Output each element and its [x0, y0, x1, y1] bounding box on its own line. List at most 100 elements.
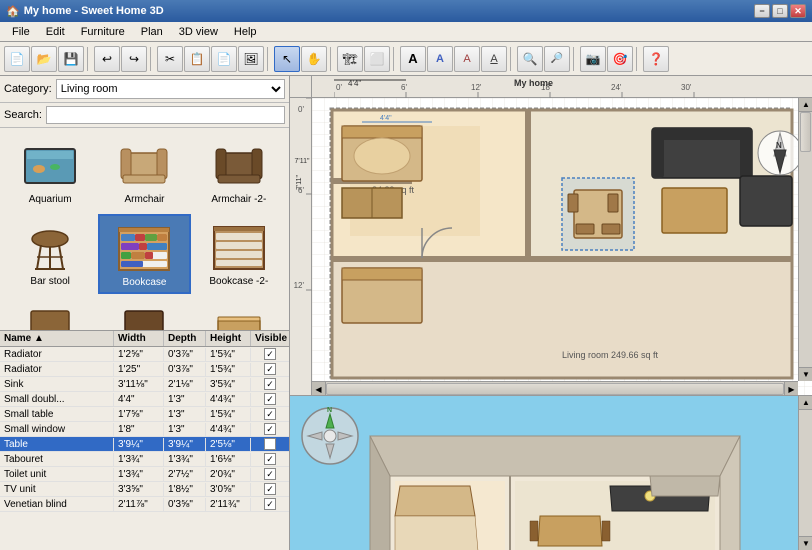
menu-3dview[interactable]: 3D view [171, 24, 226, 40]
minimize-button[interactable]: − [754, 4, 770, 18]
view-3d[interactable]: N ▲ ▼ [290, 396, 812, 550]
furniture-list: Name ▲ Width Depth Height Visible Radiat… [0, 330, 289, 550]
menu-edit[interactable]: Edit [38, 24, 73, 40]
td-height: 1'5¾" [206, 408, 251, 421]
furniture-item-armchair[interactable]: Armchair [98, 132, 190, 212]
floor-plan[interactable]: 0' 6' 12' 18' 24' 30' 4'4" My h [290, 76, 812, 396]
furniture-item-coffee-table[interactable]: Coffee table [193, 296, 285, 330]
td-name: Sink [0, 378, 114, 391]
table-row[interactable]: Table 3'9¼" 3'9¼" 2'5⅛" ✓ [0, 437, 289, 452]
hscroll-left[interactable]: ◀ [312, 382, 326, 396]
table-row[interactable]: Toilet unit 1'3¾" 2'7½" 2'0¾" ✓ [0, 467, 289, 482]
td-visible: ✓ [251, 362, 289, 376]
table-row[interactable]: Small doubl... 4'4" 1'3" 4'4¾" ✓ [0, 392, 289, 407]
visible-checkbox[interactable]: ✓ [264, 393, 276, 405]
vscroll-3d-down[interactable]: ▼ [799, 536, 812, 550]
furniture-item-bookcase2[interactable]: Bookcase -2- [193, 214, 285, 294]
vscroll-3d[interactable]: ▲ ▼ [798, 396, 812, 550]
td-height: 2'11¾" [206, 498, 251, 511]
vscroll-floor[interactable]: ▲ ▼ [798, 98, 812, 381]
camera-button[interactable]: 📷 [580, 46, 606, 72]
select-button[interactable]: ↖ [274, 46, 300, 72]
visible-checkbox[interactable]: ✓ [264, 483, 276, 495]
menu-file[interactable]: File [4, 24, 38, 40]
furniture-item-bookcase[interactable]: Bookcase [98, 214, 190, 294]
td-visible: ✓ [251, 407, 289, 421]
text-button[interactable]: A [400, 46, 426, 72]
maximize-button[interactable]: □ [772, 4, 788, 18]
visible-checkbox[interactable]: ✓ [264, 408, 276, 420]
svg-text:Living room 249.66 sq ft: Living room 249.66 sq ft [562, 350, 659, 360]
furniture-item-chair2[interactable]: Chair -2- [98, 296, 190, 330]
table-row[interactable]: Radiator 1'2⅝" 0'3⅞" 1'5¾" ✓ [0, 347, 289, 362]
barstool-label: Bar stool [30, 276, 69, 287]
zoom-in-button[interactable]: 🔍 [517, 46, 543, 72]
table-row[interactable]: Radiator 1'25" 0'3⅞" 1'5¾" ✓ [0, 362, 289, 377]
col-name[interactable]: Name ▲ [0, 331, 114, 346]
hscroll-right[interactable]: ▶ [784, 382, 798, 396]
visible-checkbox[interactable]: ✓ [264, 468, 276, 480]
vscroll-down[interactable]: ▼ [799, 367, 812, 381]
table-row[interactable]: Small table 1'7⅝" 1'3" 1'5¾" ✓ [0, 407, 289, 422]
close-button[interactable]: ✕ [790, 4, 806, 18]
furniture-item-barstool[interactable]: Bar stool [4, 214, 96, 294]
col-width[interactable]: Width [114, 331, 164, 346]
left-panel: Category: Living room Bedroom Kitchen Ba… [0, 76, 290, 550]
td-name: TV unit [0, 483, 114, 496]
furniture-item-aquarium[interactable]: Aquarium [4, 132, 96, 212]
menu-plan[interactable]: Plan [133, 24, 171, 40]
col-visible[interactable]: Visible [251, 331, 289, 346]
menu-help[interactable]: Help [226, 24, 265, 40]
paste-button[interactable]: 📄 [211, 46, 237, 72]
save-button[interactable]: 💾 [58, 46, 84, 72]
td-depth: 0'3⅞" [164, 348, 206, 361]
copy-button[interactable]: 📋 [184, 46, 210, 72]
floor-plan-area[interactable]: 84.89 sq ft Living room 249.66 sq ft Bed… [312, 98, 812, 395]
import-button[interactable]: 🖼 [238, 46, 264, 72]
col-height[interactable]: Height [206, 331, 251, 346]
table-row[interactable]: TV unit 3'3⅝" 1'8½" 3'0⅝" ✓ [0, 482, 289, 497]
vscroll-up[interactable]: ▲ [799, 98, 812, 112]
menu-furniture[interactable]: Furniture [73, 24, 133, 40]
target-button[interactable]: 🎯 [607, 46, 633, 72]
table-row[interactable]: Sink 3'11⅛" 2'1⅛" 3'5¾" ✓ [0, 377, 289, 392]
furniture-item-chair[interactable]: Chair [4, 296, 96, 330]
bookcase-icon [115, 222, 173, 274]
furniture-item-armchair2[interactable]: Armchair -2- [193, 132, 285, 212]
zoom-out-button[interactable]: 🔎 [544, 46, 570, 72]
table-row[interactable]: Tabouret 1'3¾" 1'3¾" 1'6⅛" ✓ [0, 452, 289, 467]
new-button[interactable]: 📄 [4, 46, 30, 72]
help-button[interactable]: ❓ [643, 46, 669, 72]
category-select[interactable]: Living room Bedroom Kitchen Bathroom [56, 79, 285, 99]
open-button[interactable]: 📂 [31, 46, 57, 72]
td-name: Venetian blind [0, 498, 114, 511]
text2-button[interactable]: A [427, 46, 453, 72]
visible-checkbox[interactable]: ✓ [264, 453, 276, 465]
add-room-button[interactable]: ⬜ [364, 46, 390, 72]
visible-checkbox[interactable]: ✓ [264, 363, 276, 375]
redo-button[interactable]: ↪ [121, 46, 147, 72]
pan-button[interactable]: ✋ [301, 46, 327, 72]
visible-checkbox[interactable]: ✓ [264, 438, 276, 450]
compass-3d[interactable]: N [300, 406, 350, 456]
vscroll-3d-up[interactable]: ▲ [799, 396, 812, 410]
hscroll-thumb[interactable] [326, 383, 784, 395]
coffee-table-image [209, 301, 269, 330]
search-input[interactable] [46, 106, 285, 124]
svg-text:30': 30' [681, 83, 692, 92]
add-wall-button[interactable]: 🏗 [337, 46, 363, 72]
col-depth[interactable]: Depth [164, 331, 206, 346]
visible-checkbox[interactable]: ✓ [264, 498, 276, 510]
aquarium-icon [21, 141, 79, 189]
undo-button[interactable]: ↩ [94, 46, 120, 72]
vscroll-thumb[interactable] [800, 112, 811, 152]
table-row[interactable]: Small window 1'8" 1'3" 4'4¾" ✓ [0, 422, 289, 437]
visible-checkbox[interactable]: ✓ [264, 423, 276, 435]
hscroll-floor[interactable]: ◀ ▶ [312, 381, 798, 395]
cut-button[interactable]: ✂ [157, 46, 183, 72]
text3-button[interactable]: A [454, 46, 480, 72]
visible-checkbox[interactable]: ✓ [264, 378, 276, 390]
visible-checkbox[interactable]: ✓ [264, 348, 276, 360]
text4-button[interactable]: A [481, 46, 507, 72]
table-row[interactable]: Venetian blind 2'11⅞" 0'3⅝" 2'11¾" ✓ [0, 497, 289, 512]
